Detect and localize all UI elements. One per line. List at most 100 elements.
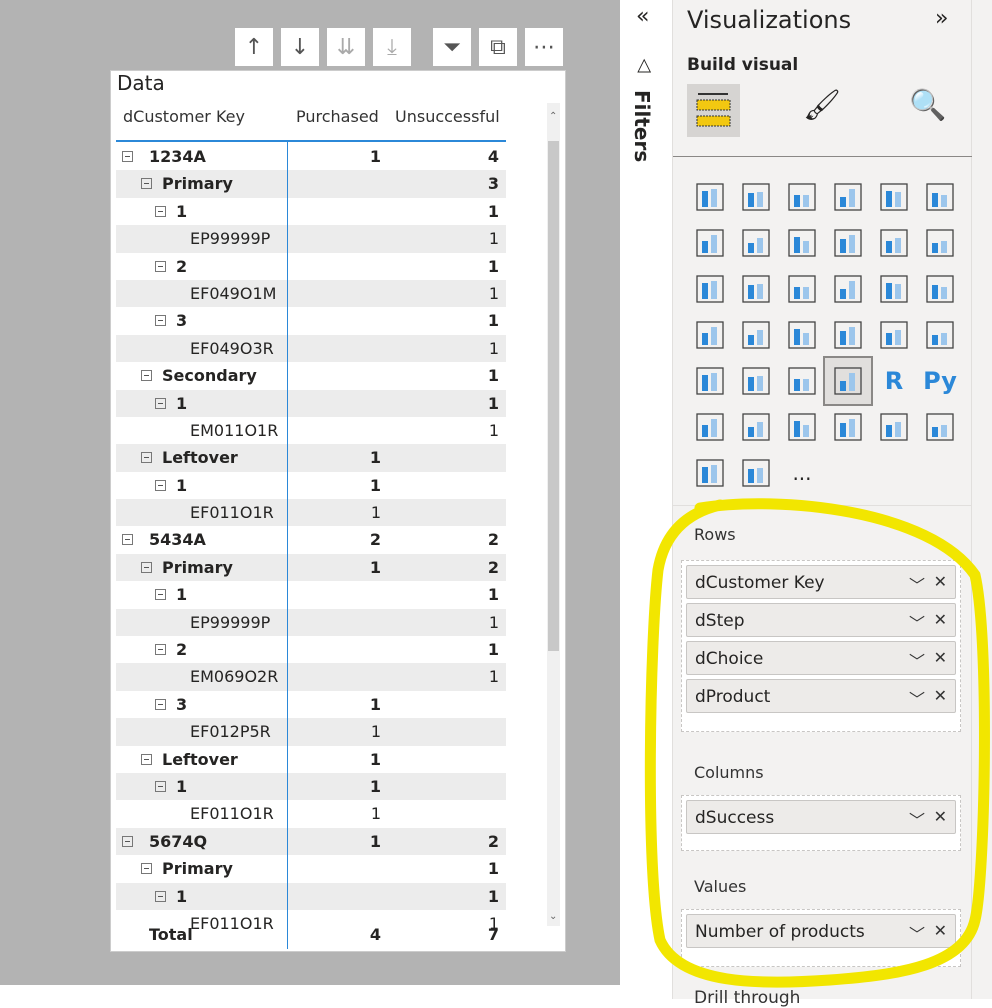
field-pill[interactable]: dSuccess ﹀ ✕ — [686, 800, 956, 834]
smart-narrative-visual-button[interactable] — [825, 404, 871, 450]
collapse-icon[interactable] — [141, 452, 152, 464]
filled-map-visual-button[interactable] — [733, 312, 779, 358]
table-row[interactable]: 11 — [116, 198, 506, 225]
chevron-down-icon[interactable]: ﹀ — [909, 648, 925, 672]
table-row[interactable]: 1234A 1 4 — [116, 143, 506, 170]
scroll-down-icon[interactable]: ⌄ — [549, 911, 557, 922]
column-header-customer-key[interactable]: dCustomer Key — [123, 107, 245, 126]
area-visual-button[interactable] — [733, 220, 779, 266]
scrollbar-thumb[interactable] — [548, 141, 559, 651]
close-icon[interactable]: ✕ — [934, 807, 947, 826]
map-visual-button[interactable] — [687, 312, 733, 358]
next-level-button[interactable]: ⇊ — [327, 28, 365, 66]
clustered-bar-visual-button[interactable] — [779, 174, 825, 220]
shape-map-visual-button[interactable] — [779, 312, 825, 358]
chevron-down-icon[interactable]: ﹀ — [909, 686, 925, 710]
table-row[interactable]: EF012P5R 1 — [116, 718, 506, 746]
table-row[interactable]: 5674Q 1 2 — [116, 827, 506, 856]
collapse-icon[interactable] — [122, 534, 133, 546]
table-row[interactable]: Primary 1 — [116, 855, 506, 882]
arcgis-map-visual-button[interactable] — [917, 404, 963, 450]
slicer-visual-button[interactable] — [733, 358, 779, 404]
collapse-icon[interactable] — [155, 698, 166, 710]
power-apps-visual-button[interactable] — [687, 450, 733, 496]
more-options-button[interactable]: ⋯ — [525, 28, 563, 66]
table-row[interactable]: EM011O1R 1 — [116, 417, 506, 444]
collapse-icon[interactable] — [155, 890, 166, 902]
table-row[interactable]: EF049O1M 1 — [116, 279, 506, 308]
format-visual-icon[interactable]: 🖌 — [803, 88, 841, 123]
paginated-report-visual-button[interactable] — [871, 404, 917, 450]
funnel-visual-button[interactable] — [733, 266, 779, 312]
table-row[interactable]: Secondary 1 — [116, 362, 506, 389]
table-row[interactable]: EF049O3R 1 — [116, 334, 506, 363]
vertical-scrollbar[interactable]: ⌃ ⌄ — [547, 103, 560, 926]
column-header-unsuccessful[interactable]: Unsuccessful — [395, 107, 500, 126]
analytics-icon[interactable]: 🔍 — [909, 88, 946, 123]
collapse-pane-icon[interactable]: » — [935, 6, 948, 31]
collapse-icon[interactable] — [141, 178, 152, 190]
collapse-icon[interactable] — [141, 863, 152, 875]
collapse-icon[interactable] — [141, 561, 152, 573]
table-row[interactable]: 11 — [116, 472, 506, 499]
line-clustered-column-visual-button[interactable] — [825, 220, 871, 266]
decomposition-tree-visual-button[interactable] — [733, 404, 779, 450]
close-icon[interactable]: ✕ — [934, 686, 947, 705]
filter-button[interactable]: ⏷ — [433, 28, 471, 66]
field-pill[interactable]: dCustomer Key ﹀ ✕ — [686, 565, 956, 599]
pie-visual-button[interactable] — [825, 266, 871, 312]
kpi-visual-button[interactable] — [687, 358, 733, 404]
build-visual-tab[interactable] — [687, 84, 740, 137]
close-icon[interactable]: ✕ — [934, 648, 947, 667]
gauge-visual-button[interactable] — [825, 312, 871, 358]
focus-mode-button[interactable]: ⧉ — [479, 28, 517, 66]
collapse-icon[interactable] — [155, 315, 166, 327]
100-stacked-column-visual-button[interactable] — [917, 174, 963, 220]
table-row[interactable]: Leftover 1 — [116, 444, 506, 472]
field-pill[interactable]: dChoice ﹀ ✕ — [686, 641, 956, 675]
table-row[interactable]: 5434A 2 2 — [116, 526, 506, 553]
table-row[interactable]: 11 — [116, 882, 506, 910]
table-row[interactable]: 11 — [116, 389, 506, 417]
table-row[interactable]: Primary 3 — [116, 170, 506, 198]
matrix-visual[interactable]: Data dCustomer Key Purchased Unsuccessfu… — [110, 70, 566, 952]
matrix-visual-button[interactable] — [823, 356, 873, 406]
table-row[interactable]: 21 — [116, 253, 506, 280]
table-row[interactable]: EF011O1R 1 — [116, 499, 506, 527]
collapse-icon[interactable] — [155, 205, 166, 217]
field-pill[interactable]: Number of products ﹀ ✕ — [686, 914, 956, 948]
table-row[interactable]: EP99999P 1 — [116, 225, 506, 253]
power-automate-visual-button[interactable] — [733, 450, 779, 496]
drill-up-button[interactable]: ↑ — [235, 28, 273, 66]
chevron-down-icon[interactable]: ﹀ — [909, 572, 925, 596]
filters-pane-collapsed[interactable]: « ◁ Filters — [620, 0, 673, 999]
close-icon[interactable]: ✕ — [934, 572, 947, 591]
filters-label[interactable]: Filters — [630, 90, 654, 162]
collapse-icon[interactable] — [155, 589, 166, 601]
collapse-icon[interactable] — [122, 835, 133, 847]
field-pill[interactable]: dStep ﹀ ✕ — [686, 603, 956, 637]
more-visuals-visual-button[interactable]: ... — [779, 450, 825, 496]
expand-filters-icon[interactable]: « — [636, 4, 649, 29]
stacked-bar-visual-button[interactable] — [687, 174, 733, 220]
rows-well[interactable]: dCustomer Key ﹀ ✕ dStep ﹀ ✕ dChoice ﹀ ✕ dProduct ﹀… — [681, 560, 961, 732]
line-stacked-column-visual-button[interactable] — [871, 220, 917, 266]
table-row[interactable]: Leftover 1 — [116, 746, 506, 773]
table-row[interactable]: 21 — [116, 636, 506, 663]
table-row[interactable]: EF011O1R 1 — [116, 800, 506, 827]
field-pill[interactable]: dProduct ﹀ ✕ — [686, 679, 956, 713]
collapse-icon[interactable] — [155, 397, 166, 409]
column-header-purchased[interactable]: Purchased — [296, 107, 379, 126]
chevron-down-icon[interactable]: ﹀ — [909, 921, 925, 945]
card-visual-button[interactable] — [871, 312, 917, 358]
scroll-up-icon[interactable]: ⌃ — [549, 111, 557, 122]
100-stacked-bar-visual-button[interactable] — [871, 174, 917, 220]
python-visual-visual-button[interactable]: Py — [917, 358, 963, 404]
collapse-icon[interactable] — [141, 370, 152, 382]
qa-visual-button[interactable] — [779, 404, 825, 450]
values-well[interactable]: Number of products ﹀ ✕ — [681, 909, 961, 967]
table-row[interactable]: 11 — [116, 581, 506, 608]
expand-hierarchy-button[interactable]: ⤓ — [373, 28, 411, 66]
key-influencers-visual-button[interactable] — [687, 404, 733, 450]
collapse-icon[interactable] — [122, 151, 133, 162]
